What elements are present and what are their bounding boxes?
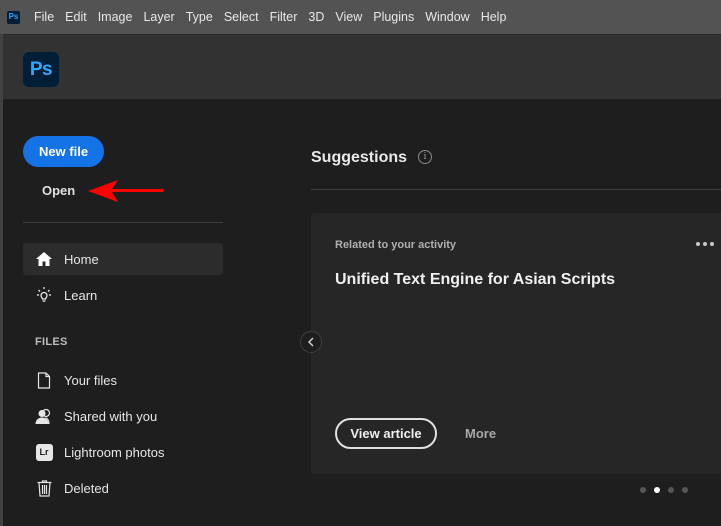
sidebar-item-your-files[interactable]: Your files	[23, 364, 223, 396]
menu-view[interactable]: View	[335, 10, 362, 24]
sidebar-item-shared-with-you[interactable]: Shared with you	[23, 400, 223, 432]
sidebar: New file Open Home Learn FILES Your file…	[3, 99, 225, 526]
collapse-sidebar-button[interactable]	[300, 331, 322, 353]
carousel-dot[interactable]	[640, 487, 646, 493]
menu-3d[interactable]: 3D	[308, 10, 324, 24]
suggestions-divider	[311, 189, 721, 190]
lightroom-icon: Lr	[34, 442, 54, 462]
menu-window[interactable]: Window	[425, 10, 469, 24]
suggestion-card: Related to your activity Unified Text En…	[311, 213, 721, 474]
annotation-arrow-icon	[88, 180, 163, 202]
home-header: Ps	[3, 34, 721, 99]
sidebar-divider	[23, 222, 223, 223]
card-kicker: Related to your activity	[335, 239, 457, 251]
new-file-button[interactable]: New file	[23, 136, 104, 167]
sidebar-item-label: Lightroom photos	[64, 444, 165, 460]
menu-image[interactable]: Image	[98, 10, 133, 24]
people-icon	[34, 406, 54, 426]
view-article-button[interactable]: View article	[335, 418, 437, 449]
sidebar-item-home[interactable]: Home	[23, 243, 223, 275]
card-title: Unified Text Engine for Asian Scripts	[335, 271, 616, 288]
sidebar-item-label: Deleted	[64, 480, 109, 496]
menu-file[interactable]: File	[34, 10, 54, 24]
menu-select[interactable]: Select	[224, 10, 259, 24]
home-icon	[34, 249, 54, 269]
menu-filter[interactable]: Filter	[270, 10, 298, 24]
sidebar-item-label: Home	[64, 251, 99, 267]
lightbulb-icon	[34, 285, 54, 305]
sidebar-item-lightroom-photos[interactable]: Lr Lightroom photos	[23, 436, 223, 468]
trash-icon	[34, 478, 54, 498]
menu-bar: Ps File Edit Image Layer Type Select Fil…	[0, 0, 721, 34]
carousel-dot-active[interactable]	[654, 487, 660, 493]
menu-type[interactable]: Type	[186, 10, 213, 24]
more-button[interactable]: More	[465, 426, 496, 441]
chevron-left-icon	[307, 337, 314, 347]
carousel-pagination	[640, 487, 688, 493]
menu-help[interactable]: Help	[481, 10, 507, 24]
photoshop-logo: Ps	[23, 52, 59, 87]
sidebar-item-deleted[interactable]: Deleted	[23, 472, 223, 504]
sidebar-item-label: Shared with you	[64, 408, 158, 424]
menu-plugins[interactable]: Plugins	[373, 10, 414, 24]
suggestions-title: Suggestions	[311, 149, 408, 166]
photoshop-app-icon[interactable]: Ps	[7, 10, 20, 24]
more-options-icon[interactable]	[696, 242, 714, 246]
menu-layer[interactable]: Layer	[143, 10, 174, 24]
sidebar-item-label: Learn	[64, 287, 98, 303]
menu-edit[interactable]: Edit	[65, 10, 87, 24]
sidebar-item-label: Your files	[64, 372, 117, 388]
info-icon[interactable]: i	[418, 150, 432, 164]
carousel-dot[interactable]	[668, 487, 674, 493]
carousel-dot[interactable]	[682, 487, 688, 493]
open-button[interactable]: Open	[42, 183, 75, 198]
document-icon	[34, 370, 54, 390]
files-section-label: FILES	[35, 336, 68, 348]
sidebar-item-learn[interactable]: Learn	[23, 279, 223, 311]
lightroom-badge: Lr	[35, 443, 53, 461]
